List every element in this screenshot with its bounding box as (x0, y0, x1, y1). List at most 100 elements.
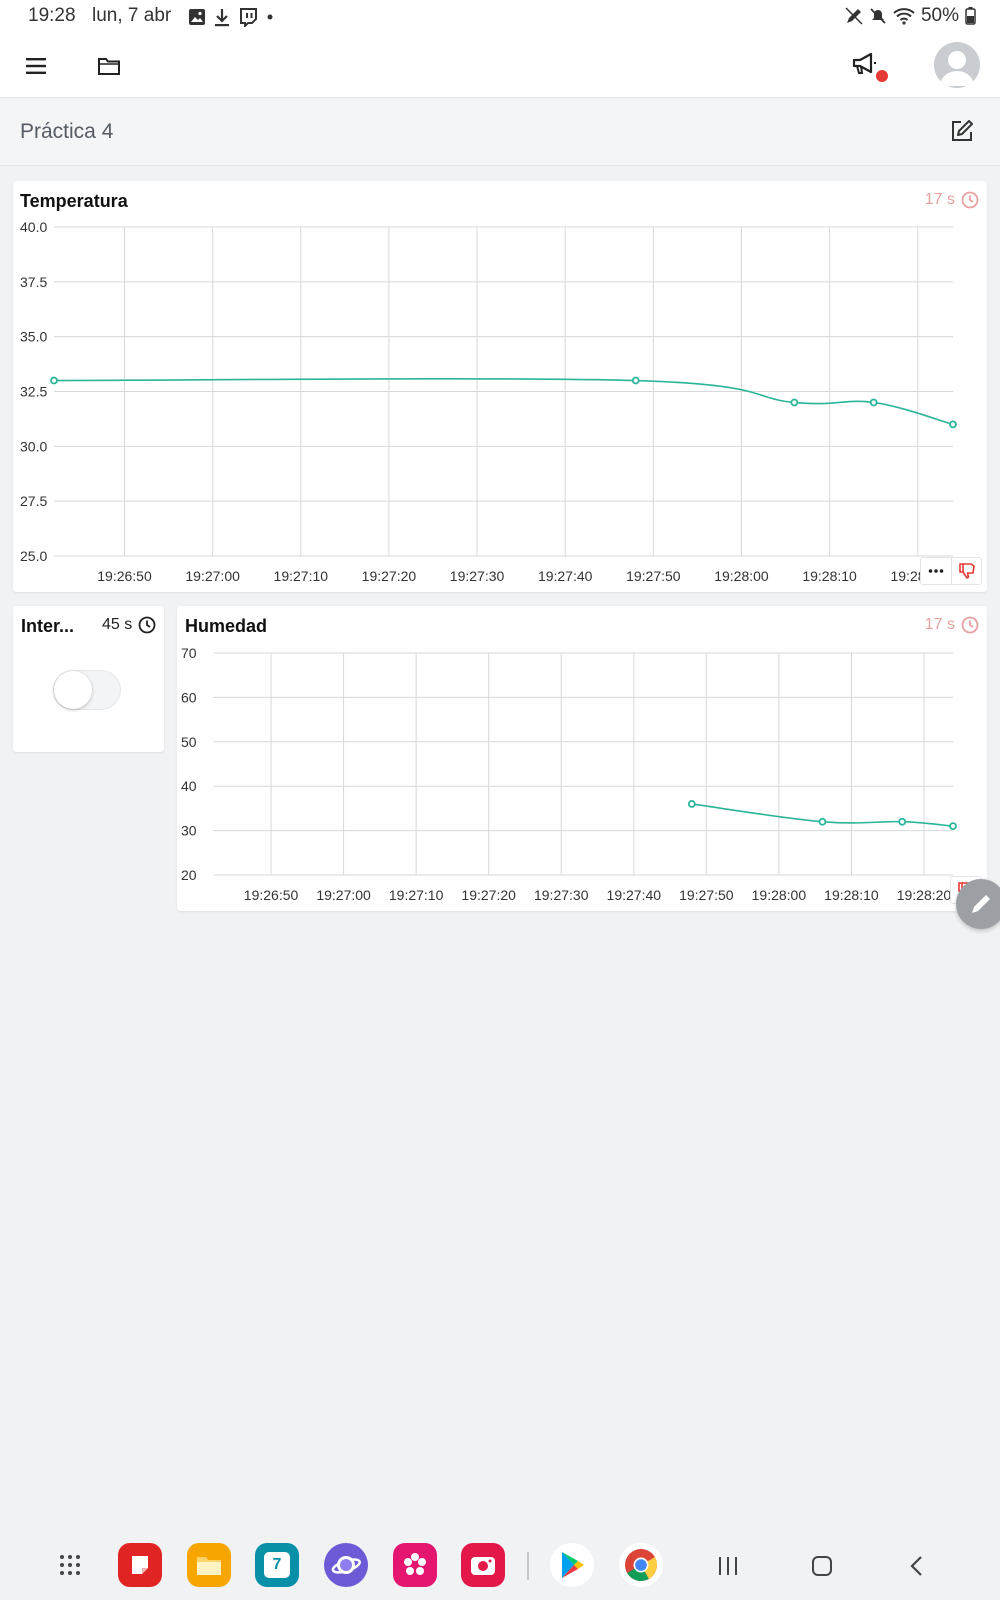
temperature-x-tick-label: 19:27:00 (185, 568, 240, 584)
menu-button[interactable] (20, 50, 52, 82)
temperature-grid (54, 226, 953, 557)
blossom-app[interactable] (393, 1543, 437, 1587)
temperature-y-tick-label: 25.0 (20, 548, 47, 564)
calendar-day: 7 (272, 1556, 282, 1573)
dock-separator (527, 1552, 529, 1580)
camera-app-icon (471, 1557, 495, 1575)
switch-age: 45 s (102, 616, 156, 634)
wifi-icon (893, 8, 915, 25)
home-icon (812, 1556, 832, 1576)
humidity-data-point (898, 817, 907, 826)
battery-icon (965, 7, 976, 25)
temperature-dislike-button[interactable] (951, 558, 981, 584)
temperature-more-button[interactable] (921, 558, 951, 584)
temperature-x-tick-label: 19:26:50 (97, 568, 152, 584)
notes-app[interactable] (118, 1543, 162, 1587)
temperature-chart-svg: 40.0 37.5 35.0 32.5 30.0 27.5 25.0 19:26:50 19:2… (20, 219, 957, 584)
temperature-data-point (50, 376, 58, 385)
humidity-data-point (949, 822, 957, 831)
temperature-y-tick-label: 32.5 (20, 384, 47, 400)
battery-percent: 50% (920, 5, 959, 26)
files-app-icon (197, 1557, 221, 1575)
folder-button[interactable] (93, 50, 125, 82)
humidity-y-tick-label: 40 (181, 778, 197, 794)
temperature-x-tick-label: 19:27:20 (362, 568, 417, 584)
temperature-data-point (869, 398, 878, 407)
dot-icon (267, 14, 273, 20)
apps-grid-button[interactable] (48, 1543, 92, 1587)
recents-button[interactable] (710, 1548, 746, 1584)
temperature-chart: 40.0 37.5 35.0 32.5 30.0 27.5 25.0 19:26:50 19:2… (13, 181, 987, 597)
temperature-x-tick-label: 19:27:10 (274, 568, 329, 584)
status-date: lun, 7 abr (92, 5, 172, 26)
chrome-app[interactable] (619, 1543, 663, 1587)
humidity-y-tick-label: 70 (181, 645, 197, 661)
temperature-y-tick-label: 30.0 (20, 438, 47, 454)
temperature-data-point (790, 398, 799, 407)
humidity-chart: 70 60 50 40 30 20 19:26:50 19:27:00 19:27:10 19:2… (177, 606, 987, 916)
status-time: 19:28 (28, 5, 76, 26)
temperature-data-point (631, 376, 640, 385)
blossom-app-icon (404, 1553, 426, 1575)
edit-icon (952, 120, 973, 141)
camera-app[interactable] (461, 1543, 505, 1587)
toggle-knob (54, 671, 92, 709)
humidity-x-tick-label: 19:27:50 (679, 887, 734, 903)
humidity-x-tick-label: 19:27:40 (607, 887, 662, 903)
calendar-app[interactable]: 7 (255, 1543, 299, 1587)
play-store-icon (562, 1552, 584, 1578)
megaphone-icon (852, 52, 876, 74)
internet-app[interactable] (324, 1543, 368, 1587)
humidity-x-tick-label: 19:28:10 (824, 887, 879, 903)
humidity-data-point (818, 817, 827, 826)
floating-edit-button[interactable] (956, 879, 1000, 929)
temperature-y-tick-label: 35.0 (20, 329, 47, 345)
status-notification-icons (188, 6, 274, 28)
switch-age-text: 45 s (102, 616, 133, 633)
folder-icon (98, 58, 120, 75)
humidity-x-tick-label: 19:27:00 (316, 887, 371, 903)
recents-icon (719, 1557, 737, 1575)
user-avatar[interactable] (934, 42, 980, 88)
humidity-x-tick-label: 19:28:20 (897, 887, 952, 903)
gallery-icon (189, 9, 205, 25)
switch-toggle[interactable] (53, 670, 121, 710)
humidity-x-tick-label: 19:28:00 (752, 887, 807, 903)
play-store-app[interactable] (550, 1543, 594, 1587)
page-title: Práctica 4 (20, 120, 114, 143)
switch-title: Inter... (21, 616, 75, 636)
status-bar: 19:28 lun, 7 abr 50% (0, 0, 1000, 32)
more-icon (928, 569, 944, 573)
humidity-chart-svg: 70 60 50 40 30 20 19:26:50 19:27:00 19:27:10 19:2… (181, 645, 957, 903)
edit-pen-icon (845, 7, 863, 25)
files-app[interactable] (187, 1543, 231, 1587)
temperature-chart-actions (920, 557, 982, 585)
calendar-app-icon: 7 (264, 1552, 290, 1578)
home-button[interactable] (804, 1548, 840, 1584)
thumbs-down-icon (958, 563, 975, 579)
temperature-widget: Temperatura 17 s 40.0 37.5 35.0 32.5 30.0 27.… (13, 181, 987, 592)
user-avatar-icon (940, 51, 974, 86)
edit-dashboard-button[interactable] (950, 119, 974, 148)
clock-icon (138, 616, 156, 634)
humidity-y-tick-label: 50 (181, 734, 197, 750)
hamburger-icon (26, 58, 46, 74)
temperature-x-tick-label: 19:28:00 (714, 568, 769, 584)
temperature-x-tick-label: 19:27:50 (626, 568, 681, 584)
temperature-y-tick-label: 37.5 (20, 274, 47, 290)
humidity-x-tick-label: 19:27:10 (389, 887, 444, 903)
status-system-icons: 50% (845, 5, 976, 27)
humidity-data-point (687, 800, 696, 808)
humidity-x-tick-label: 19:26:50 (244, 887, 299, 903)
download-icon (215, 9, 229, 27)
temperature-x-tick-label: 19:28:10 (802, 568, 857, 584)
chrome-icon (625, 1549, 658, 1582)
internet-app-icon (331, 1556, 361, 1574)
humidity-grid (213, 652, 953, 876)
temperature-x-tick-label: 19:27:40 (538, 568, 593, 584)
notification-badge (876, 70, 888, 82)
humidity-y-tick-label: 30 (181, 823, 197, 839)
temperature-data-point (949, 420, 957, 429)
back-button[interactable] (898, 1548, 934, 1584)
temperature-series-line (53, 377, 954, 426)
